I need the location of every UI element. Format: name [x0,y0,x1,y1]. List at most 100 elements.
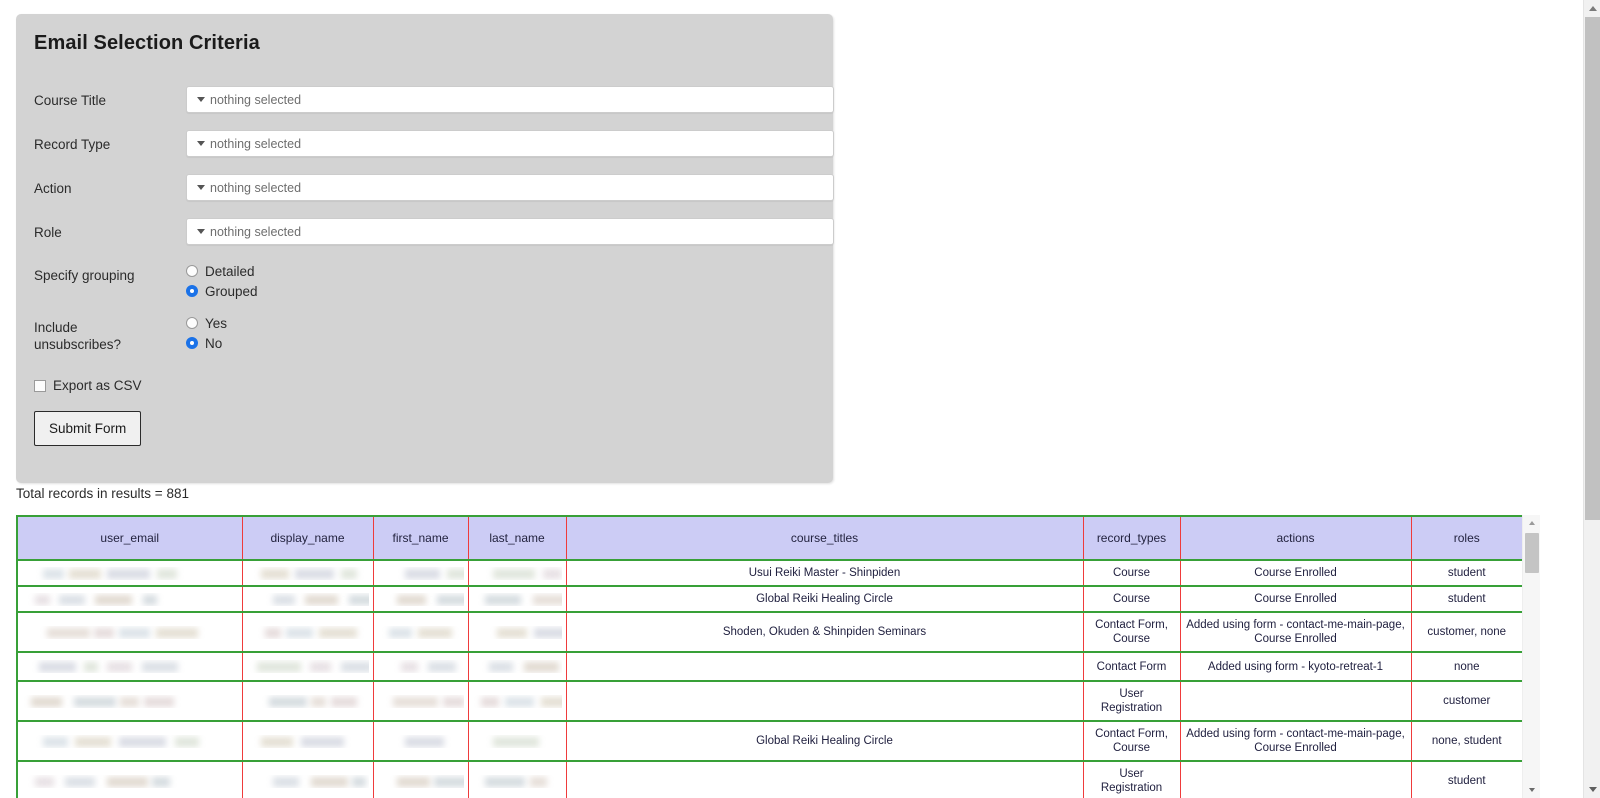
export-as-csv-checkbox[interactable] [34,379,46,392]
label-specify-grouping: Specify grouping [34,268,135,283]
submit-form-button[interactable]: Submit Form [34,411,142,446]
redacted-value [473,567,562,580]
cell-actions: Course Enrolled [1179,559,1412,587]
redacted-value [378,775,464,788]
grouping-radio-group: Detailed Grouped [186,261,258,301]
redacted-value [247,735,369,748]
label-include-unsubscribes-line1: Include [34,320,78,335]
cell-user-email [16,559,243,587]
cell-user-email [16,720,243,762]
redacted-value [378,567,464,580]
table-row[interactable]: Contact Form Added using form - kyoto-ret… [16,651,1524,682]
redacted-value [22,695,238,708]
column-header-last-name[interactable]: last_name [467,515,567,561]
redacted-value [473,626,562,639]
cell-user-email [16,611,243,653]
table-row[interactable]: Shoden, Okuden & Shinpiden Seminars Conta… [16,611,1524,653]
redacted-value [247,695,369,708]
cell-first-name [372,680,469,722]
cell-display-name [241,760,374,798]
column-header-course-titles[interactable]: course_titles [565,515,1084,561]
table-scrollbar-thumb[interactable] [1525,533,1539,573]
unsubscribes-option-no[interactable]: No [186,333,227,353]
cell-roles: student [1410,760,1524,798]
form-row-record-type: Record Type nothing selected [34,130,834,164]
role-select[interactable]: nothing selected [186,218,834,245]
action-select-value: nothing selected [210,180,302,195]
cell-actions: Added using form - contact-me-main-page,… [1179,611,1412,653]
action-select[interactable]: nothing selected [186,174,834,201]
radio-no[interactable] [186,337,198,349]
record-type-select[interactable]: nothing selected [186,130,834,157]
cell-last-name [467,585,567,613]
chevron-down-icon [197,97,205,102]
scroll-down-arrow-icon[interactable] [1523,782,1540,798]
cell-first-name [372,651,469,682]
grouping-option-detailed-label: Detailed [205,263,255,279]
results-table-body: Usui Reiki Master - Shinpiden Course Cours… [16,559,1524,798]
redacted-value [473,735,562,748]
cell-display-name [241,651,374,682]
export-as-csv-row[interactable]: Export as CSV [34,378,142,393]
browser-scrollbar-thumb[interactable] [1585,17,1600,520]
results-table-container: user_email display_name first_name last_… [16,515,1540,798]
table-row[interactable]: Global Reiki Healing Circle Contact Form,… [16,720,1524,762]
radio-detailed[interactable] [186,265,198,277]
label-record-type: Record Type [34,137,111,152]
cell-actions [1179,680,1412,722]
table-row[interactable]: User Registration student [16,760,1524,798]
cell-first-name [372,559,469,587]
scroll-up-arrow-icon[interactable] [1584,0,1600,17]
cell-display-name [241,585,374,613]
cell-course-titles: Global Reiki Healing Circle [565,720,1084,762]
email-selection-criteria-panel: Email Selection Criteria Course Title no… [16,14,834,483]
unsubscribes-option-yes[interactable]: Yes [186,313,227,333]
redacted-value [378,593,464,606]
browser-vertical-scrollbar[interactable] [1583,0,1600,798]
chevron-down-icon [197,185,205,190]
cell-record-types: Course [1082,585,1181,613]
column-header-record-types[interactable]: record_types [1082,515,1181,561]
course-title-select-value: nothing selected [210,92,302,107]
redacted-value [22,593,238,606]
column-header-first-name[interactable]: first_name [372,515,469,561]
cell-roles: none [1410,651,1524,682]
redacted-value [247,660,369,673]
column-header-actions[interactable]: actions [1179,515,1412,561]
column-header-display-name[interactable]: display_name [241,515,374,561]
table-vertical-scrollbar[interactable] [1522,515,1540,798]
redacted-value [378,695,464,708]
radio-yes[interactable] [186,317,198,329]
radio-grouped[interactable] [186,285,198,297]
cell-course-titles [565,651,1084,682]
cell-course-titles: Usui Reiki Master - Shinpiden [565,559,1084,587]
table-row[interactable]: Global Reiki Healing Circle Course Course … [16,585,1524,613]
table-row[interactable]: Usui Reiki Master - Shinpiden Course Cours… [16,559,1524,587]
redacted-value [473,695,562,708]
chevron-down-icon [197,229,205,234]
column-header-user-email[interactable]: user_email [16,515,243,561]
course-title-select[interactable]: nothing selected [186,86,834,113]
redacted-value [247,775,369,788]
redacted-value [378,735,464,748]
cell-record-types: Contact Form, Course [1082,720,1181,762]
form-row-unsubscribes: Include unsubscribes? Yes No [34,313,816,357]
cell-roles: customer [1410,680,1524,722]
label-include-unsubscribes: Include unsubscribes? [34,319,174,353]
record-type-select-value: nothing selected [210,136,302,151]
page-title: Email Selection Criteria [34,32,260,54]
grouping-option-detailed[interactable]: Detailed [186,261,258,281]
column-header-roles[interactable]: roles [1410,515,1524,561]
cell-actions: Added using form - kyoto-retreat-1 [1179,651,1412,682]
cell-record-types: Contact Form [1082,651,1181,682]
cell-last-name [467,720,567,762]
redacted-value [22,626,238,639]
label-action: Action [34,181,72,196]
label-role: Role [34,225,62,240]
redacted-value [22,660,238,673]
table-row[interactable]: User Registration customer [16,680,1524,722]
cell-roles: none, student [1410,720,1524,762]
scroll-down-arrow-icon[interactable] [1584,781,1600,798]
scroll-up-arrow-icon[interactable] [1523,515,1540,531]
grouping-option-grouped[interactable]: Grouped [186,281,258,301]
